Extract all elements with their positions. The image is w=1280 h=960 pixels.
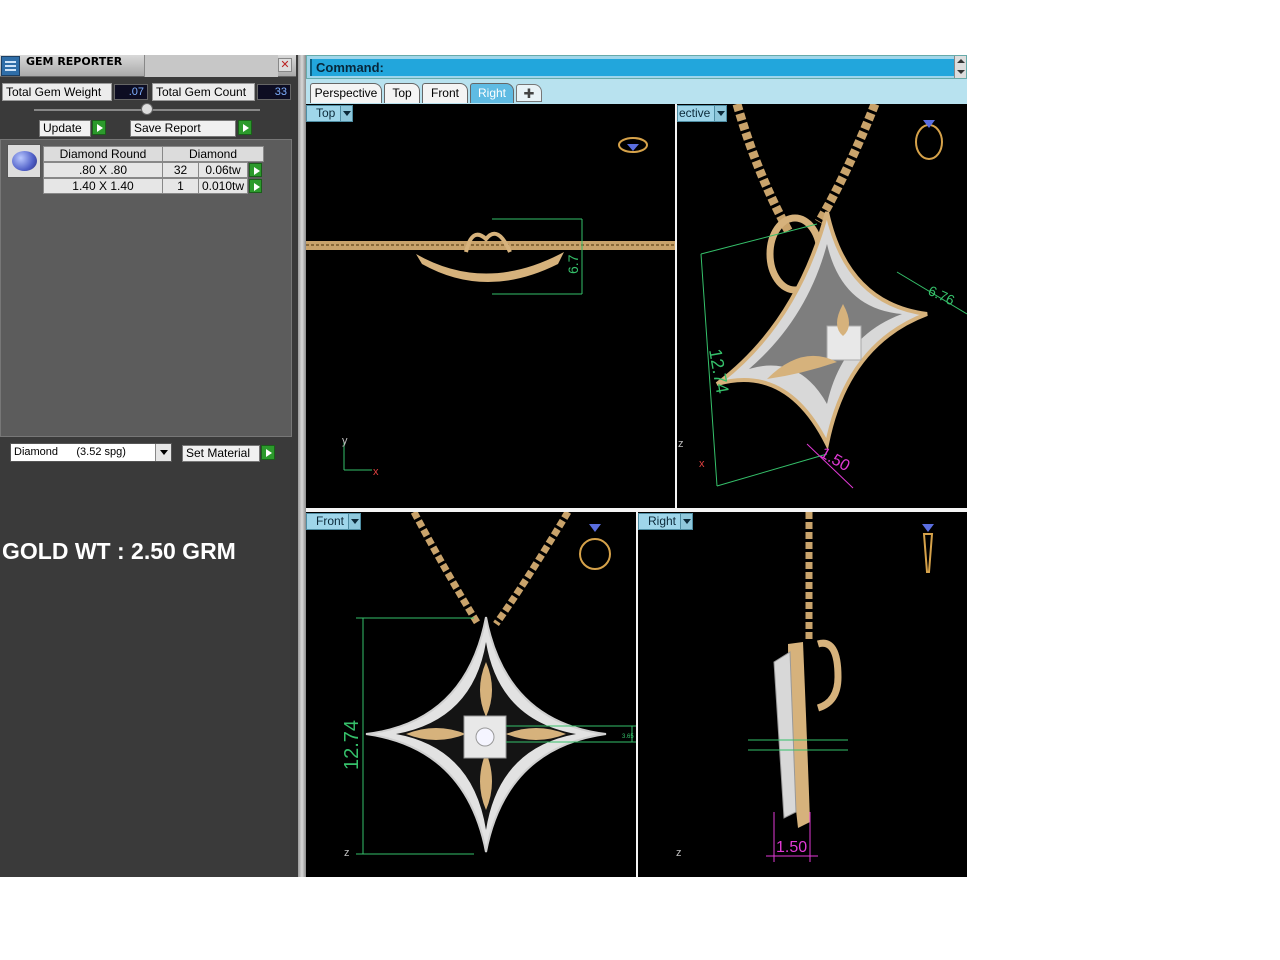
- gold-weight-annotation: GOLD WT : 2.50 GRM: [2, 538, 236, 564]
- gem-reporter-app-icon: [1, 56, 20, 76]
- material-select-value: Diamond (3.52 spg): [14, 446, 126, 458]
- tab-top[interactable]: Top: [384, 83, 420, 103]
- viewport-area: Top 6.7 y x ective 6.76 12.74 1.50 z x F…: [306, 104, 967, 877]
- perspective-view-drawing: 6.76 12.74 1.50 z x: [678, 104, 967, 489]
- table-row-weight[interactable]: 0.06tw: [198, 162, 248, 178]
- ring-preview-icon: [579, 524, 611, 570]
- axis-z-label: z: [678, 438, 684, 450]
- front-view-drawing: 12.74 3.65 z: [341, 512, 636, 859]
- viewport-perspective[interactable]: ective 6.76 12.74 1.50 z x: [677, 104, 967, 508]
- total-gem-weight-value: .07: [114, 84, 148, 100]
- top-view-drawing: 6.7 y x: [306, 137, 675, 478]
- tab-right[interactable]: Right: [470, 83, 514, 103]
- gem-reporter-title-bar[interactable]: GEM REPORTER ✕: [0, 55, 296, 77]
- set-material-button[interactable]: Set Material: [182, 445, 260, 462]
- width-dimension-label: 6.76: [926, 282, 958, 308]
- tab-front[interactable]: Front: [422, 83, 468, 103]
- title-bar-spacer: [144, 55, 278, 77]
- save-report-button[interactable]: Save Report: [130, 120, 236, 137]
- table-header-shape: Diamond Round: [43, 146, 163, 162]
- panel-splitter[interactable]: [298, 55, 306, 877]
- viewport-front[interactable]: Front 12.74 3.65 z: [306, 512, 636, 877]
- table-row-size[interactable]: .80 X .80: [43, 162, 163, 178]
- update-go-arrow-icon[interactable]: [92, 120, 106, 135]
- gem-reporter-title: GEM REPORTER: [26, 55, 123, 68]
- total-gem-weight-label: Total Gem Weight: [2, 83, 112, 101]
- save-report-go-arrow-icon[interactable]: [238, 120, 252, 135]
- ring-preview-icon: [618, 137, 648, 153]
- pendant-top-body: [416, 252, 564, 282]
- axis-z-label: z: [344, 847, 350, 859]
- height-dimension-label: 12.74: [341, 720, 363, 770]
- add-tab-icon[interactable]: ✚: [516, 84, 542, 102]
- top-dimension-label: 6.7: [565, 254, 581, 274]
- close-icon[interactable]: ✕: [278, 58, 292, 72]
- table-row-size[interactable]: 1.40 X 1.40: [43, 178, 163, 194]
- axis-z-label: z: [676, 847, 682, 859]
- material-select[interactable]: Diamond (3.52 spg): [10, 443, 172, 462]
- total-gem-count-value: 33: [257, 84, 291, 100]
- table-row-count[interactable]: 1: [162, 178, 199, 194]
- viewport-top[interactable]: Top 6.7 y x: [306, 104, 675, 508]
- table-header-material: Diamond: [162, 146, 264, 162]
- small-dimension-label: 3.65: [622, 734, 634, 740]
- row-select-arrow-icon[interactable]: [249, 179, 262, 193]
- command-label: Command:: [316, 60, 384, 75]
- chain-right: [493, 512, 572, 627]
- chain-left: [732, 104, 793, 235]
- right-view-drawing: 1.50 z: [676, 512, 934, 862]
- ring-preview-icon: [915, 120, 943, 160]
- panel-slider-handle[interactable]: [141, 103, 153, 115]
- gem-reporter-panel: GEM REPORTER ✕ Total Gem Weight .07 Tota…: [0, 55, 298, 877]
- set-material-go-arrow-icon[interactable]: [261, 445, 275, 460]
- command-input[interactable]: Command:: [310, 59, 954, 76]
- chain-left: [410, 512, 481, 626]
- command-bar: Command:: [306, 55, 967, 79]
- axis-indicator: [343, 442, 372, 471]
- tab-perspective[interactable]: Perspective: [310, 83, 382, 103]
- axis-x-label: x: [373, 466, 379, 478]
- thickness-dimension-label: 1.50: [776, 839, 807, 856]
- gem-list-area: Diamond Round Diamond .80 X .80 32 0.06t…: [0, 139, 292, 437]
- chevron-down-icon[interactable]: [155, 444, 171, 461]
- command-scroll-arrows[interactable]: [954, 56, 966, 78]
- table-row-count[interactable]: 32: [162, 162, 199, 178]
- view-tab-strip: Perspective Top Front Right ✚: [306, 79, 967, 104]
- chain-right: [815, 104, 880, 225]
- round-gem-icon[interactable]: [7, 144, 41, 178]
- axis-x-label: x: [699, 458, 705, 470]
- total-gem-count-label: Total Gem Count: [152, 83, 255, 101]
- bail: [816, 639, 842, 712]
- update-button[interactable]: Update: [39, 120, 91, 137]
- table-row-weight[interactable]: 0.010tw: [198, 178, 248, 194]
- pendant-preview-icon: [922, 524, 934, 573]
- height-dimension-label: 12.74: [705, 347, 733, 395]
- viewport-right[interactable]: Right 1.50 z: [638, 512, 967, 877]
- row-select-arrow-icon[interactable]: [249, 163, 262, 177]
- axis-y-label: y: [342, 435, 348, 447]
